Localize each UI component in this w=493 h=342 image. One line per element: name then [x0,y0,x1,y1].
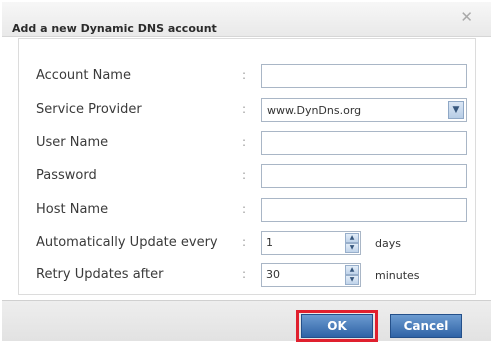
cancel-button[interactable]: Cancel [390,314,462,338]
password-row: Password : [19,164,475,190]
colon: : [242,267,247,281]
retry-after-row: Retry Updates after : 30 ▲ ▼ minutes [19,263,475,289]
dialog-footer: OK Cancel [2,300,491,342]
retry-after-value[interactable]: 30 [266,268,280,281]
dialog-title: Add a new Dynamic DNS account [12,22,217,35]
colon: : [242,68,247,82]
chevron-down-icon[interactable]: ▼ [345,243,359,253]
account-name-input[interactable] [261,64,467,88]
dialog-titlebar: Add a new Dynamic DNS account ✕ [2,2,491,37]
colon: : [242,102,247,116]
update-every-label: Automatically Update every [36,235,218,250]
service-provider-select[interactable]: www.DynDns.org ▼ [261,98,467,122]
user-name-row: User Name : [19,131,475,157]
close-icon[interactable]: ✕ [460,8,473,26]
colon: : [242,135,247,149]
chevron-down-icon[interactable]: ▼ [448,101,464,119]
update-every-spin-buttons: ▲ ▼ [345,233,359,253]
ok-button[interactable]: OK [301,314,373,338]
host-name-row: Host Name : [19,198,475,224]
retry-after-spin-buttons: ▲ ▼ [345,265,359,285]
retry-after-spinner[interactable]: 30 ▲ ▼ [261,263,361,287]
chevron-up-icon[interactable]: ▲ [345,265,359,275]
service-provider-value: www.DynDns.org [267,104,362,117]
update-every-value[interactable]: 1 [266,236,273,249]
account-name-label: Account Name [36,68,131,83]
service-provider-row: Service Provider : www.DynDns.org ▼ [19,98,475,124]
form-panel: Account Name : Service Provider : www.Dy… [18,38,476,295]
service-provider-label: Service Provider [36,102,142,117]
update-every-unit: days [375,237,401,250]
retry-after-label: Retry Updates after [36,267,164,282]
colon: : [242,235,247,249]
host-name-label: Host Name [36,202,109,217]
user-name-input[interactable] [261,131,467,155]
dynamic-dns-dialog: Add a new Dynamic DNS account ✕ Account … [0,0,493,342]
chevron-down-icon[interactable]: ▼ [345,275,359,285]
update-every-row: Automatically Update every : 1 ▲ ▼ days [19,231,475,257]
colon: : [242,202,247,216]
account-name-row: Account Name : [19,64,475,90]
password-label: Password [36,168,97,183]
colon: : [242,168,247,182]
update-every-spinner[interactable]: 1 ▲ ▼ [261,231,361,255]
password-input[interactable] [261,164,467,188]
retry-after-unit: minutes [375,269,420,282]
user-name-label: User Name [36,135,109,150]
host-name-input[interactable] [261,198,467,222]
chevron-up-icon[interactable]: ▲ [345,233,359,243]
